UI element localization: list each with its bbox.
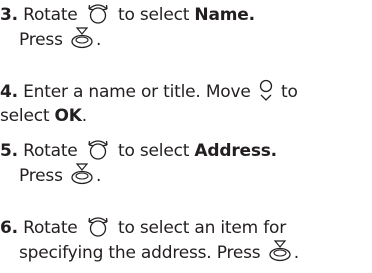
step-text: to bbox=[281, 82, 298, 102]
step-5-line-1: 5. Rotate to select Address. bbox=[0, 138, 372, 163]
step-4: 4. Enter a name or title. Move to select… bbox=[0, 79, 372, 129]
step-text: select bbox=[0, 106, 50, 126]
step-number: 5. bbox=[0, 141, 18, 161]
step-3-line-2: Press . bbox=[0, 27, 372, 52]
step-text: . bbox=[95, 166, 102, 186]
step-text: . bbox=[95, 30, 102, 50]
step-number: 6. bbox=[0, 218, 18, 238]
step-4-line-2: select OK. bbox=[0, 104, 372, 129]
step-text: specifying the address. Press bbox=[19, 243, 261, 263]
step-text: . bbox=[81, 106, 87, 126]
interface-dial-rotate-icon bbox=[85, 2, 111, 24]
interface-dial-press-icon bbox=[70, 27, 94, 49]
interface-dial-press-icon bbox=[70, 163, 94, 185]
interface-dial-press-icon bbox=[268, 240, 292, 262]
step-3: 3. Rotate to select Name. Press . bbox=[0, 2, 372, 52]
step-text: Enter a name or title. Move bbox=[23, 82, 251, 102]
instruction-page: 3. Rotate to select Name. Press . 4. Ent… bbox=[0, 0, 372, 273]
step-text: to select an item for bbox=[118, 218, 286, 238]
step-6-line-2: specifying the address. Press . bbox=[0, 240, 372, 265]
step-number: 3. bbox=[0, 5, 18, 25]
interface-dial-rotate-icon bbox=[85, 215, 111, 237]
step-5: 5. Rotate to select Address. Press . bbox=[0, 138, 372, 188]
step-5-line-2: Press . bbox=[0, 163, 372, 188]
step-4-line-1: 4. Enter a name or title. Move to bbox=[0, 79, 372, 104]
step-number: 4. bbox=[0, 82, 18, 102]
step-text: to select bbox=[118, 141, 190, 161]
step-text: . bbox=[293, 243, 299, 263]
interface-dial-move-down-icon bbox=[258, 79, 274, 101]
step-6-line-1: 6. Rotate to select an item for bbox=[0, 215, 372, 240]
step-text: Press bbox=[19, 166, 63, 186]
step-text: Press bbox=[19, 30, 63, 50]
interface-dial-rotate-icon bbox=[85, 138, 111, 160]
step-text: to select bbox=[118, 5, 190, 25]
step-text: Rotate bbox=[23, 218, 78, 238]
menu-item-address: Address. bbox=[194, 141, 277, 161]
menu-item-ok: OK bbox=[54, 106, 82, 126]
step-text: Rotate bbox=[23, 5, 78, 25]
step-3-line-1: 3. Rotate to select Name. bbox=[0, 2, 372, 27]
step-6: 6. Rotate to select an item for specifyi… bbox=[0, 215, 372, 265]
menu-item-name: Name. bbox=[194, 5, 255, 25]
step-text: Rotate bbox=[23, 141, 78, 161]
